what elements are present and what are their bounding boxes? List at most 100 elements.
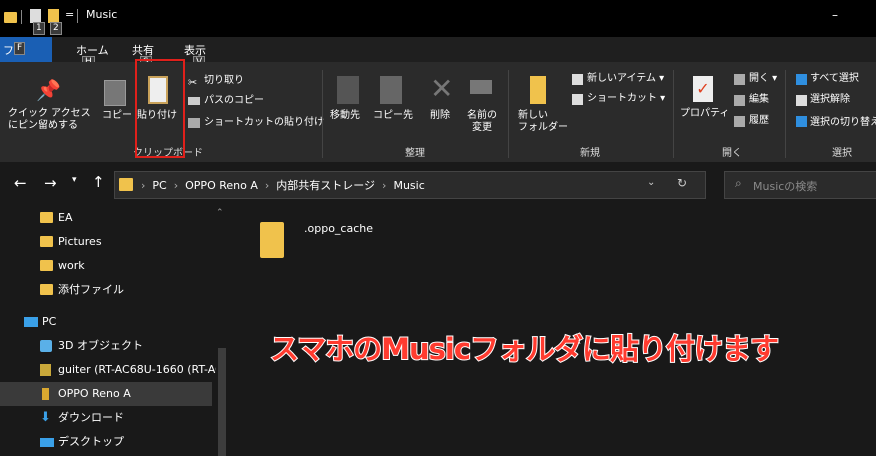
ribbon: 📌 クイック アクセス にピン留めする コピー 貼り付け ✂ 切り取り パスのコ…: [0, 62, 876, 163]
refresh-icon[interactable]: ↻: [677, 176, 687, 190]
qat-dropdown[interactable]: =: [65, 8, 74, 21]
3d-objects-icon: [40, 340, 52, 352]
select-none-icon: [796, 95, 807, 106]
paste-shortcut-button[interactable]: ショートカットの貼り付け: [204, 117, 324, 129]
properties-button[interactable]: プロパティ: [680, 108, 729, 120]
select-none-button[interactable]: 選択解除: [810, 94, 850, 106]
new-folder-button[interactable]: 新しい フォルダー: [518, 110, 568, 134]
breadcrumb: › PC › OPPO Reno A › 内部共有ストレージ › Music: [141, 179, 425, 192]
minimize-button[interactable]: –: [832, 8, 838, 22]
nav-item-network-drive[interactable]: guiter (RT-AC68U-1660 (RT-AC: [0, 358, 216, 382]
copy-button[interactable]: コピー: [102, 110, 132, 122]
history-icon: [734, 116, 745, 127]
breadcrumb-device[interactable]: OPPO Reno A: [185, 179, 258, 192]
nav-item-label: EA: [58, 211, 73, 224]
chevron-down-icon[interactable]: ⌄: [647, 177, 655, 188]
search-icon: ⌕: [735, 176, 742, 190]
move-to-button[interactable]: 移動先: [330, 110, 360, 122]
rename-button[interactable]: 名前の 変更: [467, 110, 497, 134]
scroll-up-icon[interactable]: ⌃: [216, 208, 224, 218]
new-folder-qat-icon[interactable]: [48, 9, 59, 23]
breadcrumb-pc[interactable]: PC: [152, 179, 166, 192]
shortcut-icon: [572, 94, 583, 105]
keytip-1: 1: [33, 22, 45, 35]
copy-path-icon: [188, 97, 200, 105]
nav-item-label: デスクトップ: [58, 435, 124, 448]
folder-icon: [119, 178, 133, 191]
folder-icon: [40, 284, 53, 295]
nav-item-label: ダウンロード: [58, 411, 124, 424]
edit-button[interactable]: 編集: [749, 94, 769, 106]
nav-item-label: Pictures: [58, 235, 102, 248]
nav-item-pictures[interactable]: Pictures: [0, 230, 212, 254]
cut-button[interactable]: 切り取り: [204, 75, 244, 87]
folder-icon: [40, 212, 53, 223]
paste-highlight-box: [135, 59, 185, 158]
invert-selection-button[interactable]: 選択の切り替え: [810, 117, 876, 128]
delete-icon: ✕: [430, 72, 454, 105]
search-placeholder: Musicの検索: [753, 180, 818, 193]
nav-item-label: 添付ファイル: [58, 283, 124, 296]
ribbon-tabs: フ F ホーム H 共有 S 表示 V: [0, 37, 876, 69]
nav-item-desktop[interactable]: デスクトップ: [0, 430, 212, 454]
keytip-2: 2: [50, 22, 62, 35]
phone-icon: [42, 388, 49, 400]
nav-item-3d-objects[interactable]: 3D オブジェクト: [0, 334, 212, 358]
copy-to-icon: [380, 76, 402, 104]
cut-icon: ✂: [188, 76, 198, 89]
open-button[interactable]: 開く ▾: [749, 73, 777, 85]
select-all-button[interactable]: すべて選択: [810, 73, 859, 85]
pc-icon: [24, 317, 38, 327]
nav-item-attachments[interactable]: 添付ファイル: [0, 278, 212, 302]
properties-icon: ✓: [693, 76, 713, 102]
divider: [21, 10, 22, 24]
group-new-label: 新規: [580, 148, 600, 159]
open-icon: [734, 74, 745, 85]
divider: [77, 9, 78, 23]
file-item[interactable]: .oppo_cache: [258, 218, 378, 268]
history-button[interactable]: 履歴: [749, 115, 769, 127]
group-separator: [673, 70, 674, 158]
move-to-icon: [337, 76, 359, 104]
copy-to-button[interactable]: コピー先: [373, 110, 413, 122]
scrollbar-thumb[interactable]: [218, 348, 226, 456]
breadcrumb-music[interactable]: Music: [393, 179, 424, 192]
delete-button[interactable]: 削除: [430, 110, 450, 122]
back-arrow-icon[interactable]: ←: [14, 174, 27, 192]
nav-item-label: PC: [42, 315, 57, 328]
new-folder-icon: [530, 76, 546, 104]
tab-file[interactable]: フ F: [0, 37, 52, 62]
group-separator: [508, 70, 509, 158]
nav-item-oppo-reno-a[interactable]: OPPO Reno A: [0, 382, 212, 406]
group-organize-label: 整理: [405, 148, 425, 159]
up-arrow-icon[interactable]: ↑: [92, 173, 105, 191]
address-bar[interactable]: › PC › OPPO Reno A › 内部共有ストレージ › Music ⌄…: [114, 171, 706, 199]
new-item-button[interactable]: 新しいアイテム ▾: [587, 73, 664, 85]
recent-dropdown-icon[interactable]: ▾: [72, 175, 77, 185]
nav-item-work[interactable]: work: [0, 254, 212, 278]
nav-item-label: guiter (RT-AC68U-1660 (RT-AC: [58, 363, 216, 376]
paste-shortcut-icon: [188, 118, 200, 128]
navigation-pane: ⌃ EA Pictures work 添付ファイル PC 3D オブジェクト g…: [0, 206, 230, 456]
new-item-icon: [572, 74, 583, 85]
folder-icon: [40, 260, 53, 271]
forward-arrow-icon[interactable]: →: [44, 174, 57, 192]
nav-item-pc[interactable]: PC: [0, 310, 212, 334]
group-separator: [322, 70, 323, 158]
properties-qat-icon[interactable]: [30, 9, 41, 23]
search-box[interactable]: ⌕ Musicの検索: [724, 171, 876, 199]
pin-quick-access-button[interactable]: クイック アクセス にピン留めする: [8, 108, 93, 132]
copy-path-button[interactable]: パスのコピー: [204, 95, 264, 107]
edit-icon: [734, 95, 745, 106]
nav-item-downloads[interactable]: ⬇ ダウンロード: [0, 406, 212, 430]
copy-icon: [104, 80, 126, 106]
annotation-overlay-text: スマホのMusicフォルダに貼り付けます: [269, 331, 780, 367]
group-select-label: 選択: [832, 148, 852, 159]
tab-file-label: フ: [3, 44, 14, 57]
folder-icon: [4, 12, 17, 23]
new-shortcut-button[interactable]: ショートカット ▾: [587, 93, 665, 105]
folder-icon: [260, 222, 284, 258]
nav-item-ea[interactable]: EA: [0, 206, 212, 230]
window-title: Music: [86, 8, 118, 21]
breadcrumb-storage[interactable]: 内部共有ストレージ: [276, 179, 375, 192]
